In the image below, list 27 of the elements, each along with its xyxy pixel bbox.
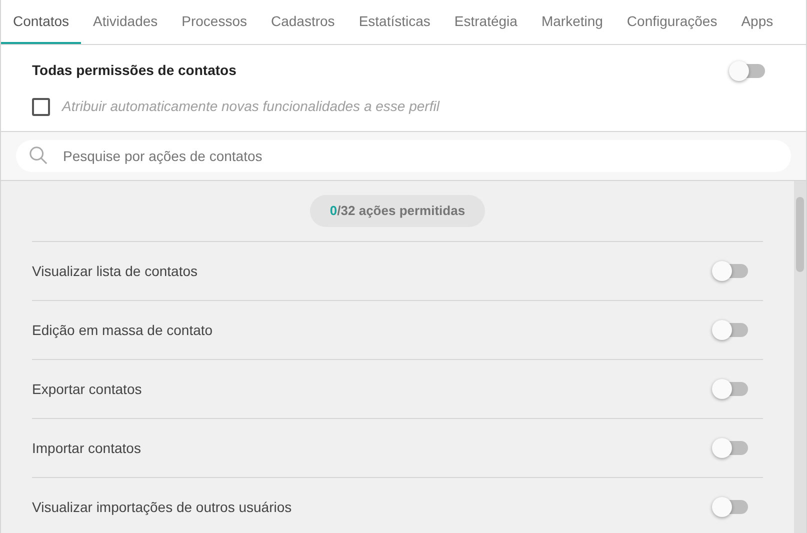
toggle-switch[interactable]: [712, 320, 748, 340]
permission-label: Importar contatos: [32, 438, 141, 458]
counter-badge: 0/32 ações permitidas: [310, 195, 486, 227]
tab[interactable]: Cadastros: [259, 0, 347, 44]
scrollbar-thumb[interactable]: [796, 197, 804, 272]
tab[interactable]: Estatísticas: [346, 0, 442, 44]
checkbox-label: Atribuir automaticamente novas funcionalidades a esse perfil: [62, 97, 440, 116]
tab[interactable]: Marketing: [529, 0, 615, 44]
tab[interactable]: Contatos: [1, 0, 82, 44]
toggle-switch[interactable]: [712, 379, 748, 399]
tab[interactable]: Processos: [170, 0, 259, 44]
toggle-switch[interactable]: [712, 497, 748, 517]
tab[interactable]: Configurações: [614, 0, 730, 44]
toggle-switch[interactable]: [712, 438, 748, 458]
tab[interactable]: Atividades: [81, 0, 170, 44]
search-icon: [29, 146, 48, 165]
tab[interactable]: Apps: [729, 0, 786, 44]
permission-label: Exportar contatos: [32, 380, 142, 399]
checkbox[interactable]: [32, 98, 50, 116]
permission-label: Visualizar lista de contatos: [32, 262, 198, 280]
tab[interactable]: Estratégia: [442, 0, 530, 44]
section-title: Todas permissões de contatos: [32, 61, 236, 80]
permission-label: Edição em massa de contato: [32, 320, 213, 340]
toggle-switch[interactable]: [729, 60, 765, 80]
permission-label: Visualizar importações de outros usuários: [32, 498, 292, 517]
search-field[interactable]: Pesquise por ações de contatos: [16, 140, 791, 172]
toggle-switch[interactable]: [712, 261, 748, 281]
